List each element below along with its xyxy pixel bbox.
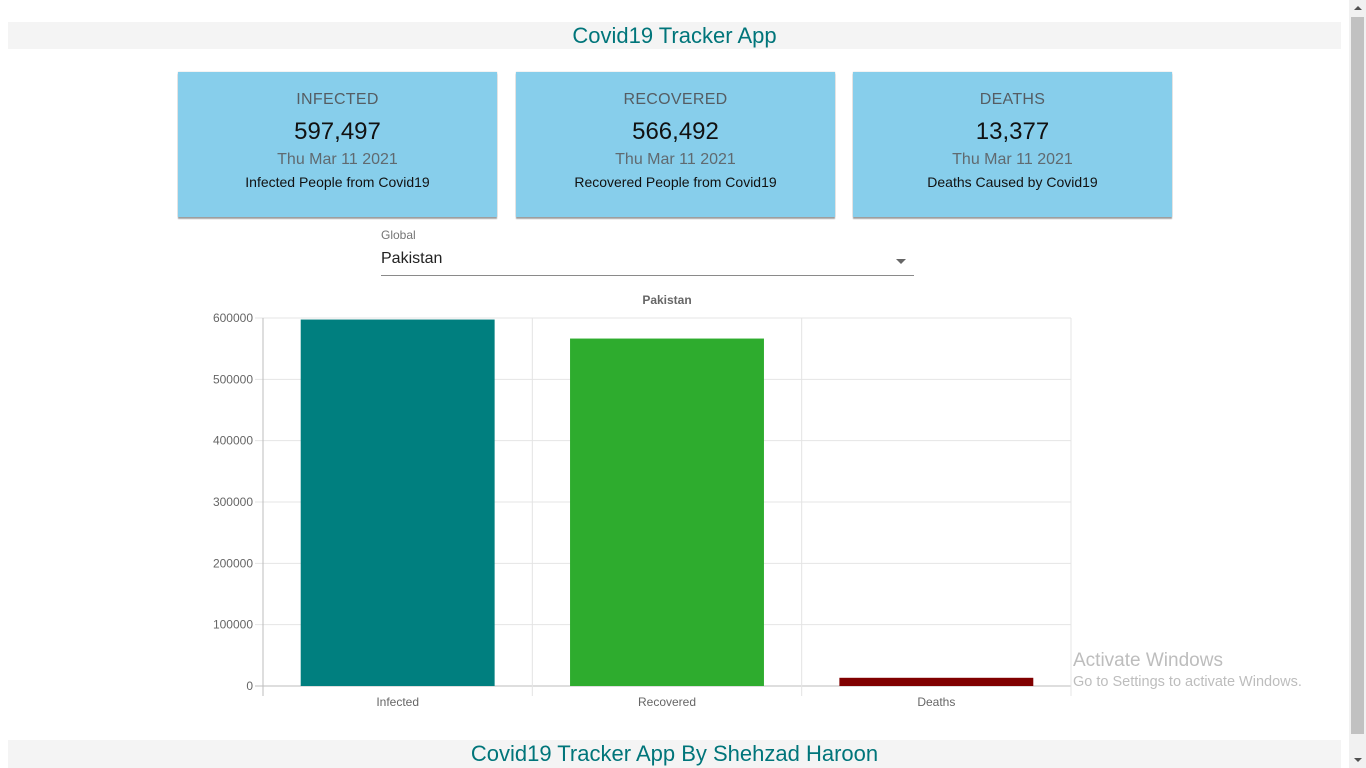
stats-cards: INFECTED 597,497 Thu Mar 11 2021 Infecte…: [178, 72, 1173, 219]
country-select-value[interactable]: Pakistan: [381, 250, 442, 268]
arrow-down-icon: [1354, 758, 1362, 762]
x-tick-label: Recovered: [638, 695, 696, 709]
y-tick-label: 100000: [213, 618, 253, 632]
card-description: Deaths Caused by Covid19: [927, 174, 1098, 190]
windows-activation-watermark: Activate Windows Go to Settings to activ…: [1073, 650, 1302, 690]
card-deaths: DEATHS 13,377 Thu Mar 11 2021 Deaths Cau…: [853, 72, 1172, 217]
bar-deaths: [839, 677, 1034, 686]
card-date: Thu Mar 11 2021: [615, 151, 736, 168]
card-count: 597,497: [294, 118, 381, 145]
x-tick-label: Infected: [376, 695, 419, 709]
scroll-up-button[interactable]: [1349, 0, 1366, 17]
scrollbar-thumb[interactable]: [1351, 17, 1364, 734]
card-date: Thu Mar 11 2021: [277, 151, 398, 168]
y-tick-label: 300000: [213, 495, 253, 509]
card-count: 566,492: [632, 118, 719, 145]
bar-infected: [300, 319, 495, 686]
app-title: Covid19 Tracker App: [572, 23, 777, 48]
arrow-up-icon: [1354, 6, 1362, 10]
scroll-down-button[interactable]: [1349, 751, 1366, 768]
y-tick-label: 500000: [213, 372, 253, 386]
card-count: 13,377: [975, 118, 1050, 145]
bar-recovered: [570, 338, 764, 686]
app-footer: Covid19 Tracker App By Shehzad Haroon: [8, 740, 1341, 768]
y-tick-label: 600000: [213, 311, 253, 325]
country-select[interactable]: Global Pakistan: [381, 226, 914, 276]
card-recovered: RECOVERED 566,492 Thu Mar 11 2021 Recove…: [516, 72, 835, 217]
country-select-label: Global: [381, 228, 416, 242]
card-description: Infected People from Covid19: [245, 174, 430, 190]
x-tick-label: Deaths: [917, 695, 955, 709]
app-viewport: Covid19 Tracker App INFECTED 597,497 Thu…: [0, 0, 1349, 768]
select-underline: [381, 275, 914, 276]
watermark-title: Activate Windows: [1073, 650, 1223, 671]
y-tick-label: 400000: [213, 434, 253, 448]
y-tick-label: 0: [246, 679, 253, 693]
card-title: INFECTED: [296, 91, 379, 108]
chevron-down-icon[interactable]: [896, 259, 906, 264]
chart-title: Pakistan: [642, 293, 691, 307]
footer-text: Covid19 Tracker App By Shehzad Haroon: [470, 741, 879, 766]
bar-chart: Pakistan 0 100000 200000 300000 400000 500000 6…: [213, 293, 1072, 709]
card-date: Thu Mar 11 2021: [952, 151, 1073, 168]
card-title: DEATHS: [979, 91, 1046, 108]
y-tick-label: 200000: [213, 556, 253, 570]
card-infected: INFECTED 597,497 Thu Mar 11 2021 Infecte…: [178, 72, 497, 217]
vertical-scrollbar[interactable]: [1349, 0, 1366, 768]
app-header: Covid19 Tracker App: [8, 22, 1341, 49]
card-description: Recovered People from Covid19: [574, 174, 777, 190]
watermark-subtitle: Go to Settings to activate Windows.: [1073, 674, 1302, 690]
card-title: RECOVERED: [623, 91, 728, 108]
